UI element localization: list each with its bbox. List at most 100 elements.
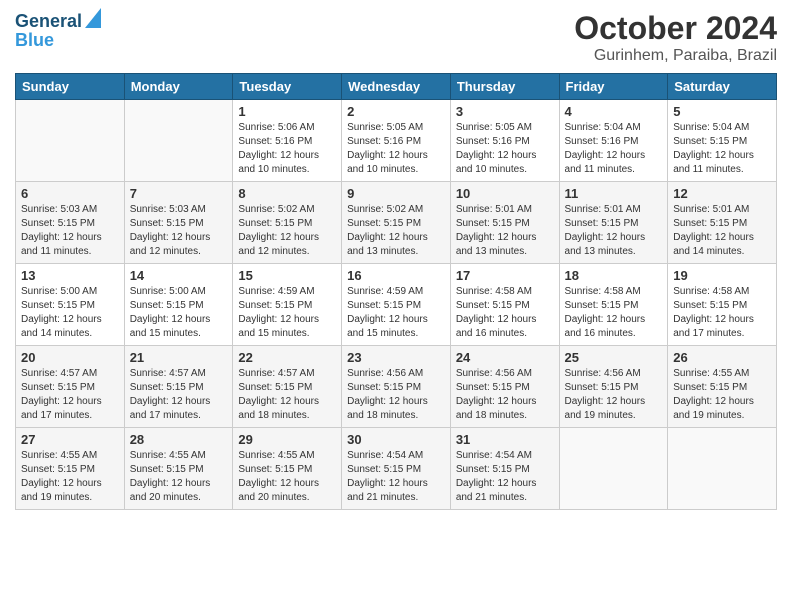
calendar-row: 20 Sunrise: 4:57 AMSunset: 5:15 PMDayligh… [16, 346, 777, 428]
day-number: 22 [238, 350, 336, 365]
day-number: 3 [456, 104, 554, 119]
day-info: Sunrise: 4:55 AMSunset: 5:15 PMDaylight:… [21, 449, 119, 505]
logo: General Blue [15, 10, 101, 51]
day-number: 2 [347, 104, 445, 119]
day-number: 23 [347, 350, 445, 365]
table-row: 25 Sunrise: 4:56 AMSunset: 5:15 PMDayligh… [559, 346, 668, 428]
day-info: Sunrise: 4:54 AMSunset: 5:15 PMDaylight:… [347, 449, 445, 505]
day-number: 28 [130, 432, 228, 447]
day-info: Sunrise: 5:04 AMSunset: 5:16 PMDaylight:… [565, 121, 663, 177]
col-tuesday: Tuesday [233, 74, 342, 100]
table-row [16, 100, 125, 182]
day-number: 20 [21, 350, 119, 365]
table-row: 14 Sunrise: 5:00 AMSunset: 5:15 PMDayligh… [124, 264, 233, 346]
table-row: 20 Sunrise: 4:57 AMSunset: 5:15 PMDayligh… [16, 346, 125, 428]
day-info: Sunrise: 5:06 AMSunset: 5:16 PMDaylight:… [238, 121, 336, 177]
day-number: 7 [130, 186, 228, 201]
calendar-row: 6 Sunrise: 5:03 AMSunset: 5:15 PMDaylight… [16, 182, 777, 264]
table-row: 29 Sunrise: 4:55 AMSunset: 5:15 PMDayligh… [233, 428, 342, 510]
day-info: Sunrise: 4:59 AMSunset: 5:15 PMDaylight:… [347, 285, 445, 341]
logo-text-blue: Blue [15, 31, 54, 51]
table-row: 6 Sunrise: 5:03 AMSunset: 5:15 PMDaylight… [16, 182, 125, 264]
page: General Blue October 2024 Gurinhem, Para… [0, 0, 792, 612]
day-number: 13 [21, 268, 119, 283]
calendar-row: 1 Sunrise: 5:06 AMSunset: 5:16 PMDaylight… [16, 100, 777, 182]
table-row: 19 Sunrise: 4:58 AMSunset: 5:15 PMDayligh… [668, 264, 777, 346]
table-row: 18Sunrise: 4:58 AMSunset: 5:15 PMDayligh… [559, 264, 668, 346]
day-info: Sunrise: 4:58 AMSunset: 5:15 PMDaylight:… [673, 285, 771, 341]
table-row: 31Sunrise: 4:54 AMSunset: 5:15 PMDayligh… [450, 428, 559, 510]
header-row: Sunday Monday Tuesday Wednesday Thursday… [16, 74, 777, 100]
table-row: 7 Sunrise: 5:03 AMSunset: 5:15 PMDaylight… [124, 182, 233, 264]
table-row: 24Sunrise: 4:56 AMSunset: 5:15 PMDayligh… [450, 346, 559, 428]
table-row: 11 Sunrise: 5:01 AMSunset: 5:15 PMDayligh… [559, 182, 668, 264]
day-info: Sunrise: 4:59 AMSunset: 5:15 PMDaylight:… [238, 285, 336, 341]
day-info: Sunrise: 5:01 AMSunset: 5:15 PMDaylight:… [565, 203, 663, 259]
table-row: 4 Sunrise: 5:04 AMSunset: 5:16 PMDaylight… [559, 100, 668, 182]
day-number: 29 [238, 432, 336, 447]
col-friday: Friday [559, 74, 668, 100]
day-info: Sunrise: 5:03 AMSunset: 5:15 PMDaylight:… [21, 203, 119, 259]
day-number: 27 [21, 432, 119, 447]
day-info: Sunrise: 4:55 AMSunset: 5:15 PMDaylight:… [238, 449, 336, 505]
col-monday: Monday [124, 74, 233, 100]
day-number: 30 [347, 432, 445, 447]
day-number: 25 [565, 350, 663, 365]
day-number: 1 [238, 104, 336, 119]
table-row: 21Sunrise: 4:57 AMSunset: 5:15 PMDayligh… [124, 346, 233, 428]
day-number: 8 [238, 186, 336, 201]
table-row: 15 Sunrise: 4:59 AMSunset: 5:15 PMDayligh… [233, 264, 342, 346]
day-info: Sunrise: 4:55 AMSunset: 5:15 PMDaylight:… [130, 449, 228, 505]
day-info: Sunrise: 4:55 AMSunset: 5:15 PMDaylight:… [673, 367, 771, 423]
day-number: 21 [130, 350, 228, 365]
day-info: Sunrise: 4:56 AMSunset: 5:15 PMDaylight:… [565, 367, 663, 423]
table-row: 28 Sunrise: 4:55 AMSunset: 5:15 PMDayligh… [124, 428, 233, 510]
day-info: Sunrise: 5:03 AMSunset: 5:15 PMDaylight:… [130, 203, 228, 259]
table-row: 23 Sunrise: 4:56 AMSunset: 5:15 PMDayligh… [342, 346, 451, 428]
day-number: 26 [673, 350, 771, 365]
table-row: 27 Sunrise: 4:55 AMSunset: 5:15 PMDayligh… [16, 428, 125, 510]
table-row: 30 Sunrise: 4:54 AMSunset: 5:15 PMDayligh… [342, 428, 451, 510]
day-number: 6 [21, 186, 119, 201]
day-number: 15 [238, 268, 336, 283]
table-row: 1 Sunrise: 5:06 AMSunset: 5:16 PMDaylight… [233, 100, 342, 182]
day-info: Sunrise: 4:56 AMSunset: 5:15 PMDaylight:… [347, 367, 445, 423]
table-row [668, 428, 777, 510]
table-row: 9Sunrise: 5:02 AMSunset: 5:15 PMDaylight… [342, 182, 451, 264]
day-info: Sunrise: 4:57 AMSunset: 5:15 PMDaylight:… [21, 367, 119, 423]
day-number: 12 [673, 186, 771, 201]
day-info: Sunrise: 5:01 AMSunset: 5:15 PMDaylight:… [673, 203, 771, 259]
table-row: 17 Sunrise: 4:58 AMSunset: 5:15 PMDayligh… [450, 264, 559, 346]
day-number: 14 [130, 268, 228, 283]
day-info: Sunrise: 4:56 AMSunset: 5:15 PMDaylight:… [456, 367, 554, 423]
col-saturday: Saturday [668, 74, 777, 100]
table-row: 10 Sunrise: 5:01 AMSunset: 5:15 PMDayligh… [450, 182, 559, 264]
day-info: Sunrise: 5:01 AMSunset: 5:15 PMDaylight:… [456, 203, 554, 259]
day-number: 16 [347, 268, 445, 283]
table-row: 16 Sunrise: 4:59 AMSunset: 5:15 PMDayligh… [342, 264, 451, 346]
day-number: 9 [347, 186, 445, 201]
day-info: Sunrise: 5:02 AMSunset: 5:15 PMDaylight:… [238, 203, 336, 259]
day-number: 4 [565, 104, 663, 119]
table-row: 3Sunrise: 5:05 AMSunset: 5:16 PMDaylight… [450, 100, 559, 182]
col-wednesday: Wednesday [342, 74, 451, 100]
calendar-row: 13 Sunrise: 5:00 AMSunset: 5:15 PMDayligh… [16, 264, 777, 346]
day-info: Sunrise: 4:57 AMSunset: 5:15 PMDaylight:… [238, 367, 336, 423]
header: General Blue October 2024 Gurinhem, Para… [15, 10, 777, 65]
table-row: 2 Sunrise: 5:05 AMSunset: 5:16 PMDaylight… [342, 100, 451, 182]
day-number: 19 [673, 268, 771, 283]
day-info: Sunrise: 4:54 AMSunset: 5:15 PMDaylight:… [456, 449, 554, 505]
table-row: 22 Sunrise: 4:57 AMSunset: 5:15 PMDayligh… [233, 346, 342, 428]
day-number: 17 [456, 268, 554, 283]
day-info: Sunrise: 5:05 AMSunset: 5:16 PMDaylight:… [347, 121, 445, 177]
day-number: 11 [565, 186, 663, 201]
logo-icon [85, 8, 101, 28]
table-row: 5Sunrise: 5:04 AMSunset: 5:15 PMDaylight… [668, 100, 777, 182]
day-number: 18 [565, 268, 663, 283]
day-info: Sunrise: 5:00 AMSunset: 5:15 PMDaylight:… [130, 285, 228, 341]
calendar-table: Sunday Monday Tuesday Wednesday Thursday… [15, 73, 777, 510]
table-row: 13Sunrise: 5:00 AMSunset: 5:15 PMDayligh… [16, 264, 125, 346]
day-info: Sunrise: 4:58 AMSunset: 5:15 PMDaylight:… [456, 285, 554, 341]
day-number: 10 [456, 186, 554, 201]
col-sunday: Sunday [16, 74, 125, 100]
